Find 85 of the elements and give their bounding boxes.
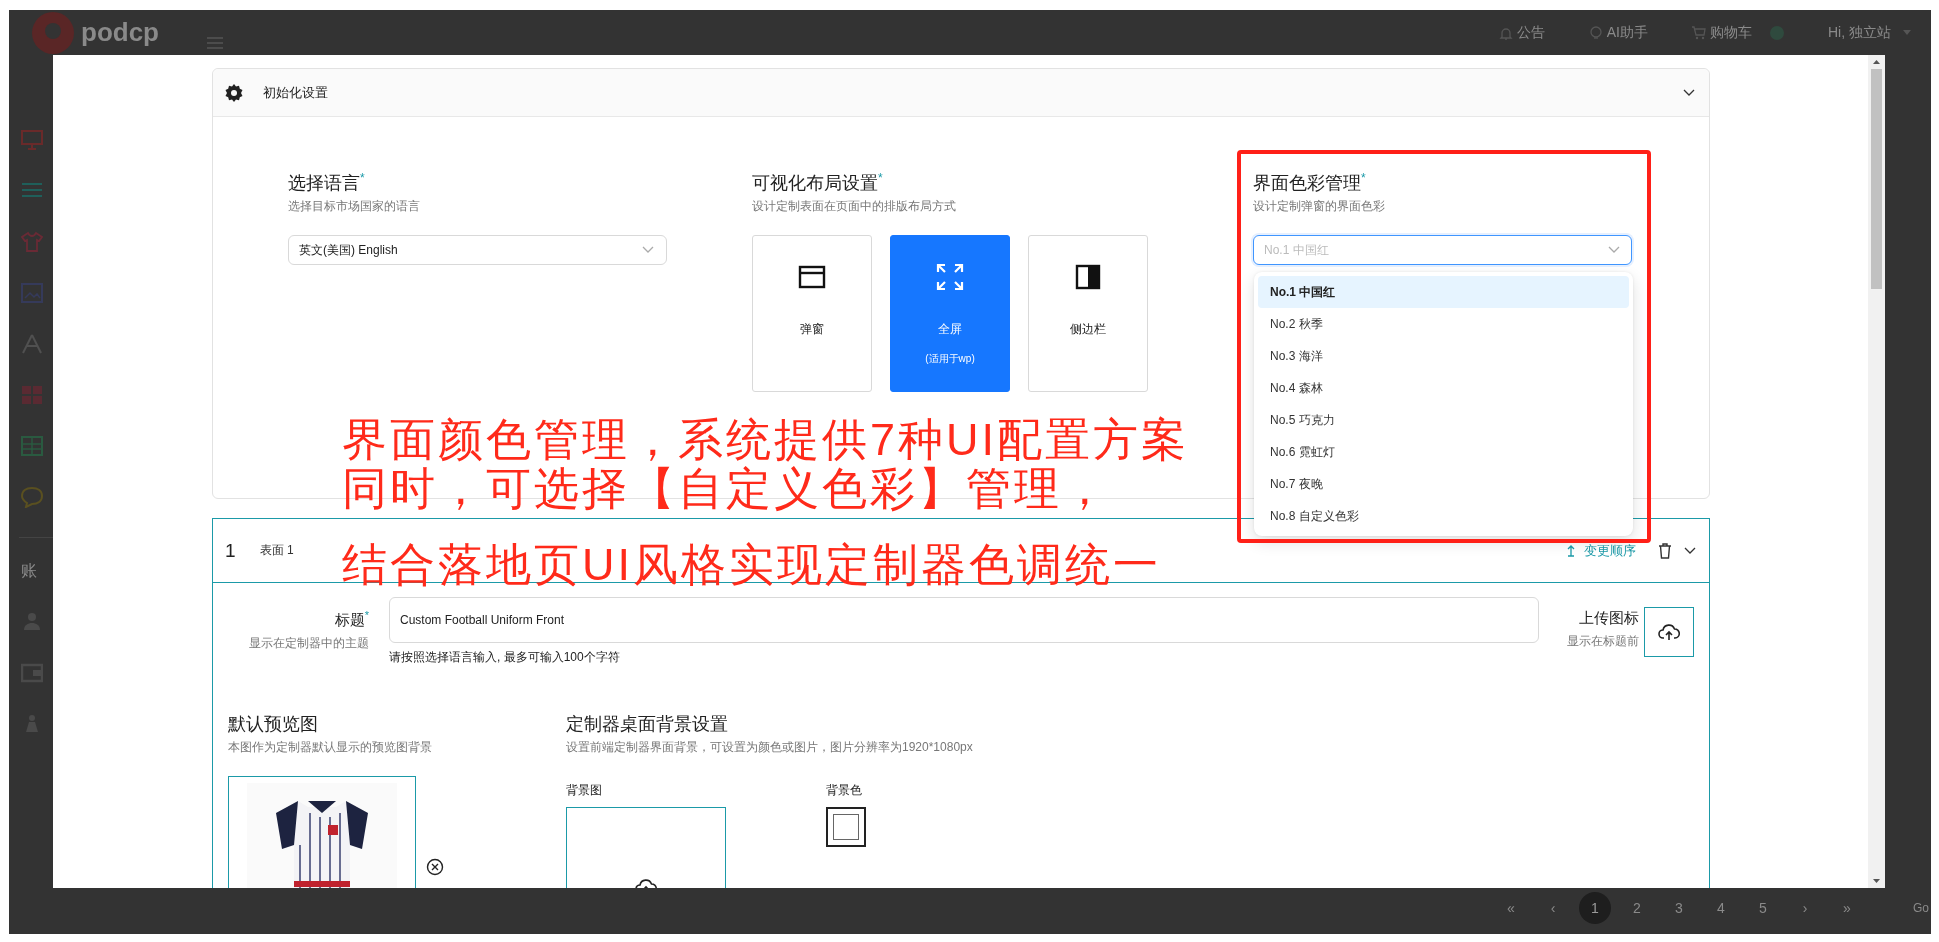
chevron-down-icon — [1684, 546, 1696, 555]
dropdown-option[interactable]: No.3 海洋 — [1258, 340, 1629, 372]
section-title: 可视化布局设置$^{*}$ — [752, 170, 884, 195]
scrollbar-thumb[interactable] — [1871, 69, 1882, 289]
color-scheme-select[interactable]: No.1 中国红 — [1253, 235, 1632, 265]
logo-text: podcp — [81, 17, 159, 48]
chat-icon[interactable] — [21, 486, 43, 508]
field-help-text: 请按照选择语言输入, 最多可输入100个字符 — [389, 649, 621, 666]
section-title: 选择语言$^{*}$ — [288, 170, 366, 195]
shirt-icon[interactable] — [21, 231, 43, 253]
language-select[interactable]: 英文(美国) English — [288, 235, 667, 265]
bulb-icon — [1588, 25, 1603, 40]
page-button[interactable]: » — [1831, 892, 1863, 924]
cart-icon — [1692, 25, 1706, 40]
section-title: 界面色彩管理$^{*}$ — [1253, 170, 1367, 195]
expand-icon — [936, 263, 964, 291]
page-button[interactable]: 4 — [1705, 892, 1737, 924]
field-hint: 显示在定制器中的主题 — [248, 635, 369, 652]
layout-option-note: (适用于wp) — [925, 352, 975, 366]
layout-option[interactable]: 侧边栏 — [1028, 235, 1148, 392]
section-title: 定制器桌面背景设置 — [566, 713, 729, 736]
user-menu[interactable]: Hi, 独立站 — [1828, 23, 1911, 42]
scroll-up-icon — [1873, 60, 1880, 64]
section-hint: 设计定制表面在页面中的排版布局方式 — [752, 198, 957, 215]
dropdown-option[interactable]: No.2 秋季 — [1258, 308, 1629, 340]
field-label: 标题$^{*}$ — [333, 609, 369, 630]
dropdown-option[interactable]: No.1 中国红 — [1258, 276, 1629, 308]
dropdown-option[interactable]: No.6 霓虹灯 — [1258, 436, 1629, 468]
field-label: 背景色 — [826, 782, 863, 799]
page-button[interactable]: 5 — [1747, 892, 1779, 924]
chevron-down-icon — [1683, 88, 1695, 97]
color-swatch[interactable] — [826, 807, 866, 847]
chevron-down-icon — [642, 246, 654, 254]
menu-icon[interactable] — [207, 36, 223, 49]
gear-icon — [225, 83, 243, 102]
annotation-text: 结合落地页UI风格实现定制器色调统一 — [342, 540, 1162, 589]
grid-icon[interactable] — [21, 384, 43, 406]
field-label: 上传图标 — [1578, 609, 1639, 628]
header-link[interactable]: 公告 — [1498, 23, 1545, 42]
scrollbar[interactable] — [1868, 55, 1885, 888]
trash-icon[interactable] — [1658, 542, 1672, 559]
dropdown-option[interactable]: No.4 森林 — [1258, 372, 1629, 404]
header-link[interactable]: 购物车 — [1692, 23, 1752, 42]
caret-icon — [1903, 30, 1911, 35]
reorder-link[interactable]: 变更顺序 — [1566, 541, 1636, 560]
page-button[interactable]: › — [1789, 892, 1821, 924]
section-hint: 设计定制弹窗的界面色彩 — [1253, 198, 1386, 215]
section-hint: 本图作为定制器默认显示的预览图背景 — [228, 739, 433, 756]
upload-button[interactable] — [1644, 607, 1694, 657]
page-button[interactable]: 2 — [1621, 892, 1653, 924]
chevron-down-icon — [1608, 246, 1620, 254]
field-hint: 显示在标题前 — [1566, 633, 1639, 650]
monitor-icon[interactable] — [21, 129, 43, 151]
dropdown-option[interactable]: No.8 自定义色彩 — [1258, 500, 1629, 532]
sidebar-layout-icon — [1074, 263, 1102, 291]
panel-title: 初始化设置 — [263, 83, 328, 102]
page-button[interactable]: 3 — [1663, 892, 1695, 924]
dropdown-option[interactable]: No.7 夜晚 — [1258, 468, 1629, 500]
layout-option[interactable]: 全屏 (适用于wp) — [890, 235, 1010, 392]
surface-name: 表面 1 — [259, 542, 294, 559]
image-icon[interactable] — [21, 282, 43, 304]
window-icon — [798, 263, 826, 291]
go-button[interactable]: Go — [1913, 901, 1929, 915]
field-label: 背景图 — [566, 782, 603, 799]
header-link[interactable]: AI助手 — [1588, 23, 1648, 42]
dropdown-option[interactable]: No.5 巧克力 — [1258, 404, 1629, 436]
bell-icon — [1498, 25, 1513, 40]
sidebar-section-label: 账 — [21, 561, 38, 581]
close-circle-icon[interactable] — [426, 858, 444, 876]
table-icon[interactable] — [21, 435, 43, 457]
sort-icon — [1566, 544, 1576, 557]
title-input[interactable]: Custom Football Uniform Front — [389, 597, 1539, 643]
surface-number: 1 — [225, 539, 236, 562]
annotation-text: 界面颜色管理，系统提供7种UI配置方案 — [342, 415, 1190, 464]
annotation-text: 同时，可选择【自定义色彩】管理， — [342, 464, 1111, 513]
scroll-down-icon — [1873, 879, 1880, 883]
triangle-icon[interactable] — [21, 333, 43, 355]
page-button[interactable]: « — [1495, 892, 1527, 924]
page-button[interactable]: ‹ — [1537, 892, 1569, 924]
section-hint: 设置前端定制器界面背景，可设置为颜色或图片，图片分辨率为1920*1080px — [566, 739, 973, 756]
cloud-upload-icon — [1658, 623, 1680, 641]
section-hint: 选择目标市场国家的语言 — [288, 198, 421, 215]
section-title: 默认预览图 — [228, 713, 319, 736]
layout-option[interactable]: 弹窗 — [752, 235, 872, 392]
page-button[interactable]: 1 — [1579, 892, 1611, 924]
